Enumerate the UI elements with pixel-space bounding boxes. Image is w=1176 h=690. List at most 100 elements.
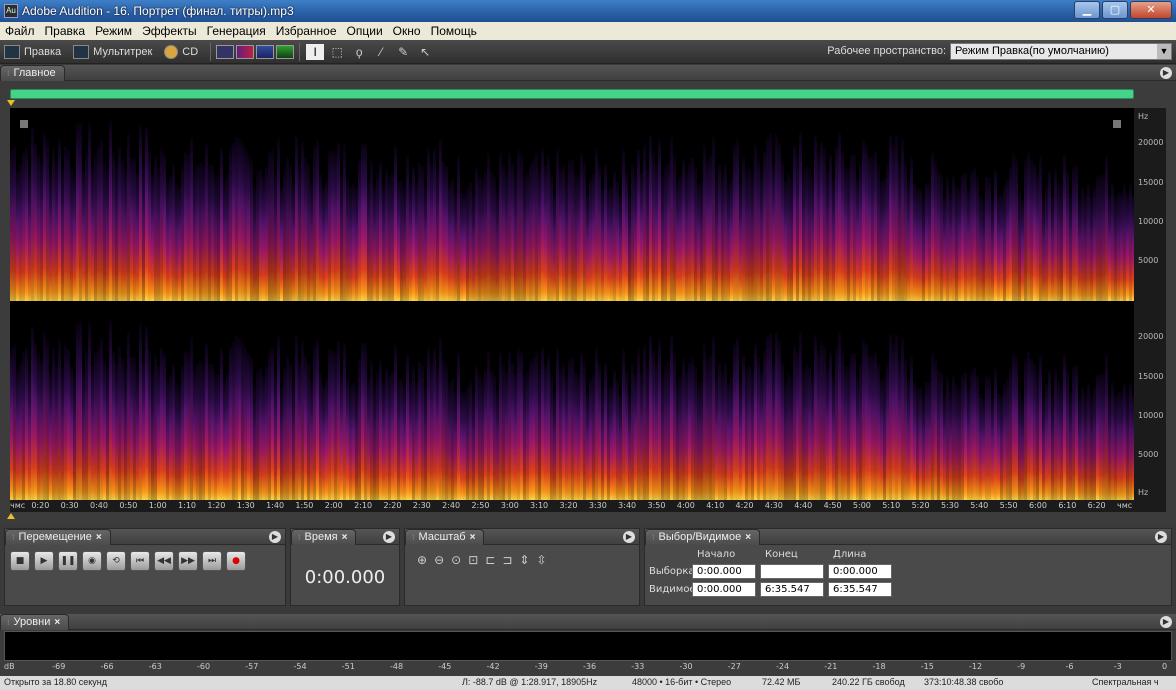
spectrogram-column	[463, 193, 466, 301]
tab-main[interactable]: ⁝ Главное	[0, 64, 65, 81]
minimize-button[interactable]: ▁	[1074, 1, 1100, 19]
spectrogram-column	[694, 167, 697, 301]
spectrogram-column	[808, 167, 811, 301]
channel-toggle-icon[interactable]	[20, 120, 28, 128]
spectrogram-column	[883, 177, 886, 301]
spot-healing-tool-icon[interactable]: ✎	[394, 44, 412, 60]
tab-zoom[interactable]: ⁝ Масштаб ×	[405, 528, 485, 545]
menu-window[interactable]: Окно	[388, 24, 426, 38]
waveform-view-icon[interactable]	[216, 44, 235, 59]
spectrogram-column	[202, 363, 205, 500]
close-button[interactable]: ✕	[1130, 1, 1172, 19]
spectrogram-column	[574, 172, 577, 301]
edit-view-button[interactable]: Правка	[0, 42, 69, 62]
spectrogram-column	[145, 326, 148, 500]
spectrogram-column	[700, 181, 703, 301]
time-tick-label: 2:00	[324, 501, 343, 510]
menu-effects[interactable]: Эффекты	[137, 24, 202, 38]
close-icon[interactable]: ×	[342, 532, 348, 543]
zoom-in-vertical-icon[interactable]: ⇕	[519, 553, 529, 567]
zoom-left-edge-icon[interactable]: ⊏	[485, 553, 495, 567]
spectrogram-column	[883, 376, 886, 500]
panel-menu-icon[interactable]: ▶	[1160, 616, 1172, 628]
spectrogram-column	[55, 164, 58, 301]
panel-menu-icon[interactable]: ▶	[383, 531, 395, 543]
spectrogram-column	[100, 139, 103, 301]
overview-bar[interactable]	[10, 89, 1134, 99]
panel-menu-icon[interactable]: ▶	[269, 531, 281, 543]
marquee-tool-icon[interactable]: ⬚	[328, 44, 346, 60]
spectrogram-column	[850, 354, 853, 500]
zoom-out-full-icon[interactable]: ⊙	[451, 553, 461, 567]
spectrogram-column	[541, 148, 544, 301]
spectral-frequency-icon[interactable]	[236, 44, 255, 59]
spectrogram-column	[595, 148, 598, 301]
menu-mode[interactable]: Режим	[90, 24, 137, 38]
spectrogram-column	[811, 375, 814, 500]
spectrogram-column	[199, 360, 202, 500]
selection-length-field[interactable]: 0:00.000	[828, 564, 892, 579]
go-to-end-button[interactable]: ⏭	[202, 551, 222, 571]
spectrogram-column	[307, 362, 310, 500]
loop-button[interactable]: ⟲	[106, 551, 126, 571]
tab-selection-view[interactable]: ⁝ Выбор/Видимое ×	[645, 528, 761, 545]
view-end-field[interactable]: 6:35.547	[760, 582, 824, 597]
spectral-phase-icon[interactable]	[276, 44, 295, 59]
close-icon[interactable]: ×	[745, 532, 751, 543]
time-ruler[interactable]: чмс 0:20 0:30 0:40 0:50 1:00 1:10 1:20 1:30 1:40 1…	[10, 500, 1166, 512]
menu-generate[interactable]: Генерация	[202, 24, 271, 38]
rewind-button[interactable]: ◀◀	[154, 551, 174, 571]
view-length-field[interactable]: 6:35.547	[828, 582, 892, 597]
spectrogram-column	[829, 352, 832, 500]
selection-start-field[interactable]: 0:00.000	[692, 564, 756, 579]
spectrogram-column	[1069, 192, 1072, 301]
record-button[interactable]: ●	[226, 551, 246, 571]
time-selection-tool-icon[interactable]: I	[306, 43, 325, 60]
tab-time[interactable]: ⁝ Время ×	[291, 528, 357, 545]
stop-button[interactable]: ■	[10, 551, 30, 571]
zoom-out-vertical-icon[interactable]: ⇳	[536, 553, 546, 567]
menu-favorites[interactable]: Избранное	[271, 24, 342, 38]
spectrogram-column	[865, 145, 868, 301]
lasso-tool-icon[interactable]: ϙ	[350, 44, 368, 60]
workspace-select[interactable]: Режим Правка(по умолчанию) ▼	[950, 43, 1172, 60]
spectrogram-column	[667, 361, 670, 500]
panel-menu-icon[interactable]: ▶	[623, 531, 635, 543]
playhead-marker-icon[interactable]	[7, 100, 15, 106]
spectrogram-column	[1114, 195, 1117, 301]
fast-forward-button[interactable]: ▶▶	[178, 551, 198, 571]
spectrogram-display[interactable]	[10, 108, 1134, 500]
close-icon[interactable]: ×	[96, 532, 102, 543]
hybrid-tool-icon[interactable]: ↖	[416, 44, 434, 60]
channel-toggle-icon[interactable]	[1113, 120, 1121, 128]
view-start-field[interactable]: 0:00.000	[692, 582, 756, 597]
spectral-pan-icon[interactable]	[256, 44, 275, 59]
pause-button[interactable]: ❚❚	[58, 551, 78, 571]
menu-file[interactable]: Файл	[0, 24, 40, 38]
tab-levels[interactable]: ⁝ Уровни ×	[0, 613, 70, 630]
panel-menu-icon[interactable]: ▶	[1160, 67, 1172, 79]
menu-help[interactable]: Помощь	[426, 24, 482, 38]
brush-tool-icon[interactable]: ⁄	[372, 44, 390, 60]
zoom-right-edge-icon[interactable]: ⊐	[502, 553, 512, 567]
multitrack-view-button[interactable]: Мультитрек	[69, 42, 160, 62]
close-icon[interactable]: ×	[470, 532, 476, 543]
playhead-marker-icon[interactable]	[7, 513, 15, 519]
maximize-button[interactable]: ▢	[1102, 1, 1128, 19]
spectrogram-column	[757, 158, 760, 301]
close-icon[interactable]: ×	[54, 617, 60, 628]
menu-options[interactable]: Опции	[342, 24, 388, 38]
spectrogram-column	[397, 379, 400, 500]
selection-end-field[interactable]	[760, 564, 824, 579]
zoom-in-horizontal-icon[interactable]: ⊕	[417, 553, 427, 567]
zoom-out-horizontal-icon[interactable]: ⊖	[434, 553, 444, 567]
cd-view-button[interactable]: CD	[160, 42, 206, 62]
tab-transport[interactable]: ⁝ Перемещение ×	[5, 528, 111, 545]
spectrogram-column	[274, 373, 277, 500]
menu-edit[interactable]: Правка	[40, 24, 91, 38]
play-button[interactable]: ▶	[34, 551, 54, 571]
play-to-end-button[interactable]: ◉	[82, 551, 102, 571]
panel-menu-icon[interactable]: ▶	[1155, 531, 1167, 543]
go-to-start-button[interactable]: ⏮	[130, 551, 150, 571]
zoom-to-selection-icon[interactable]: ⊡	[468, 553, 478, 567]
